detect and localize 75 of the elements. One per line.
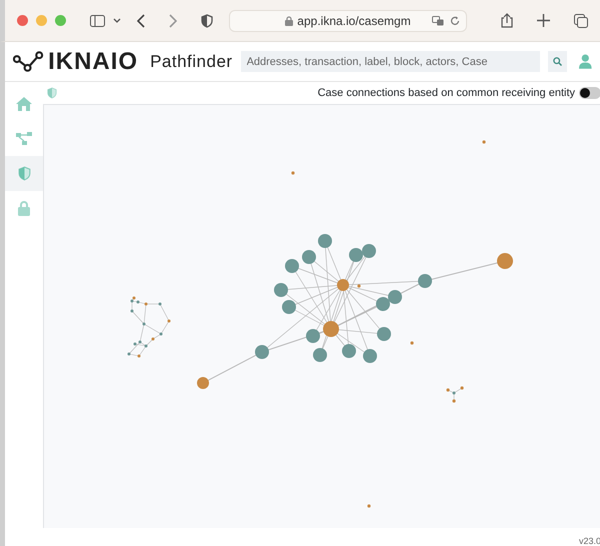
graph-node[interactable] xyxy=(144,302,148,306)
graph-node[interactable] xyxy=(349,248,363,262)
graph-node[interactable] xyxy=(363,349,377,363)
close-window-button[interactable] xyxy=(17,15,28,26)
graph-node[interactable] xyxy=(291,171,295,175)
graph-node[interactable] xyxy=(152,338,154,340)
graph-node[interactable] xyxy=(144,344,148,348)
shield-icon xyxy=(47,87,57,99)
graph-node[interactable] xyxy=(158,302,162,306)
graph-node[interactable] xyxy=(446,388,450,392)
graph-node[interactable] xyxy=(168,320,170,322)
sidebar-icon[interactable] xyxy=(90,14,105,26)
graph-node[interactable] xyxy=(138,354,140,358)
url-text: app.ikna.io/casemgm xyxy=(297,12,411,30)
plus-icon[interactable] xyxy=(537,14,550,27)
lock-icon xyxy=(18,201,30,216)
logo-icon xyxy=(13,50,44,72)
back-icon[interactable] xyxy=(137,14,145,28)
graph-node[interactable] xyxy=(130,300,134,302)
graph-node[interactable] xyxy=(342,344,356,358)
graph-node[interactable] xyxy=(134,342,136,346)
sidebar-item[interactable] xyxy=(5,156,43,191)
graph-node[interactable] xyxy=(376,297,390,311)
logo-text: IKNAIO xyxy=(48,50,138,74)
graph-node[interactable] xyxy=(323,321,339,337)
user-icon[interactable] xyxy=(579,54,592,69)
tabs-icon[interactable] xyxy=(574,14,588,28)
graph-node[interactable] xyxy=(388,290,402,304)
graph-node[interactable] xyxy=(130,310,134,312)
product-name: Pathfinder xyxy=(150,50,233,73)
graph-node[interactable] xyxy=(377,327,391,341)
graph-node[interactable] xyxy=(337,279,349,291)
search-icon xyxy=(553,57,562,66)
search-field[interactable]: Addresses, transaction, label, block, actors, Case xyxy=(240,51,540,72)
search-button[interactable] xyxy=(548,51,568,72)
graph-node[interactable] xyxy=(367,504,371,508)
translate-icon[interactable] xyxy=(432,16,444,26)
chevron-down-icon[interactable] xyxy=(113,18,121,24)
graph-node[interactable] xyxy=(142,322,146,326)
minimize-window-button[interactable] xyxy=(36,15,47,26)
graph-node[interactable] xyxy=(302,250,316,264)
graph-node[interactable] xyxy=(274,283,288,297)
graph-node[interactable] xyxy=(160,332,162,336)
lock-icon xyxy=(285,16,294,26)
graph-node[interactable] xyxy=(282,300,296,314)
shield-icon[interactable] xyxy=(201,14,213,28)
toggle-label: Case connections based on common receiving entity xyxy=(318,86,575,101)
graph-node[interactable] xyxy=(362,244,376,258)
home-icon xyxy=(16,96,32,110)
graph-node[interactable] xyxy=(136,300,140,304)
graph-node[interactable] xyxy=(460,386,464,390)
graph-node[interactable] xyxy=(313,348,327,362)
graph-node[interactable] xyxy=(138,340,142,344)
graph-node[interactable] xyxy=(285,259,299,273)
address-bar[interactable]: app.ikna.io/casemgm xyxy=(229,10,467,32)
forward-icon[interactable] xyxy=(169,14,177,28)
toggle-switch[interactable] xyxy=(579,87,600,99)
graph-node[interactable] xyxy=(357,284,361,288)
graph-node[interactable] xyxy=(306,329,320,343)
maximize-window-button[interactable] xyxy=(55,15,66,26)
reload-icon[interactable] xyxy=(450,16,460,26)
graph-node[interactable] xyxy=(410,341,414,345)
hierarchy-icon xyxy=(16,132,32,146)
graph-node[interactable] xyxy=(497,253,513,269)
graph-node[interactable] xyxy=(452,399,456,403)
share-icon[interactable] xyxy=(501,13,513,28)
shield-icon xyxy=(18,166,30,181)
graph-node[interactable] xyxy=(197,377,209,389)
graph-node[interactable] xyxy=(255,345,269,359)
graph-node[interactable] xyxy=(482,140,486,144)
graph-node[interactable] xyxy=(452,392,456,394)
graph-node[interactable] xyxy=(128,352,130,356)
graph-node[interactable] xyxy=(132,296,136,300)
graph-node[interactable] xyxy=(318,234,332,248)
graph-node[interactable] xyxy=(418,274,432,288)
